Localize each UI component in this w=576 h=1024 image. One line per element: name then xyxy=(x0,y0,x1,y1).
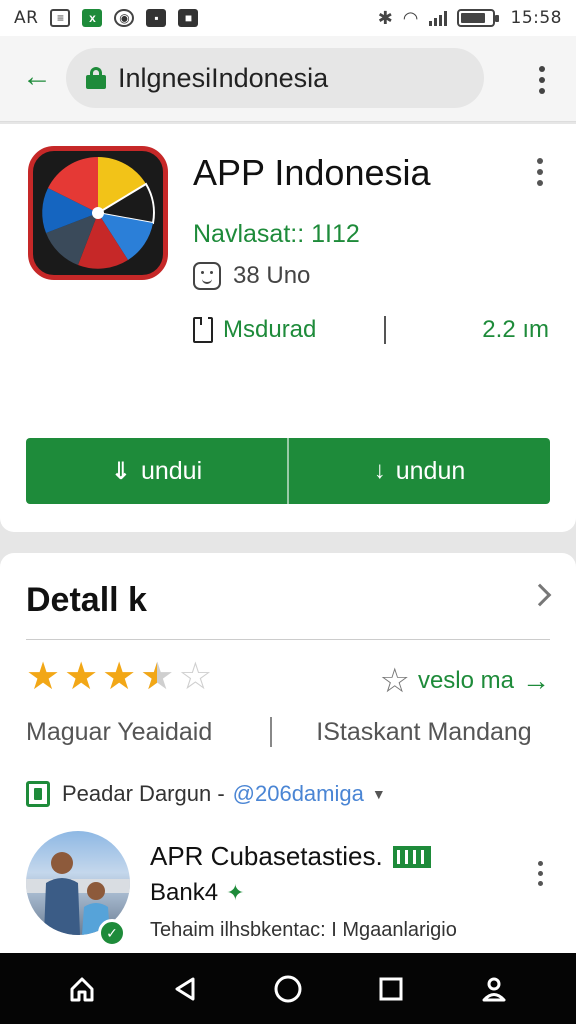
home-icon[interactable] xyxy=(62,969,102,1009)
app-card: APP Indonesia Navlasat:: 1I12 38 Uno Msd… xyxy=(0,124,576,532)
profile-subtitle: Bank4 ✦ xyxy=(150,879,245,907)
download-icon: ⇓ xyxy=(110,457,131,485)
navigation-bar xyxy=(0,953,576,1024)
bluetooth-icon: ✱ xyxy=(377,7,393,28)
detail-meta-right: IStaskant Mandang xyxy=(316,717,532,746)
sparkle-icon: ✦ xyxy=(226,880,245,905)
meta-label: Msdurad xyxy=(223,316,317,343)
button-divider xyxy=(287,438,289,504)
media-icon: ▪ xyxy=(146,9,167,27)
lock-icon xyxy=(86,67,106,89)
profile-description: Tehaim ilhsbkentac: I Mgaanlarigio xyxy=(150,919,457,941)
download-right-label: undun xyxy=(395,456,466,485)
face-icon xyxy=(193,262,221,290)
back-arrow-icon[interactable]: ← xyxy=(22,62,52,92)
meta-row: Msdurad 2.2 ım xyxy=(193,314,549,346)
wifi-icon: ◠ xyxy=(402,7,419,28)
caret-down-icon[interactable]: ▼ xyxy=(372,786,386,802)
divider xyxy=(26,639,550,640)
review-link[interactable]: ☆ veslo ma → xyxy=(379,661,550,701)
app-title: APP Indonesia xyxy=(193,152,431,193)
star-empty-icon: ☆ xyxy=(178,656,213,698)
profile-name: APR Cubasetasties. xyxy=(150,841,431,872)
back-icon[interactable] xyxy=(165,969,205,1009)
settings-icon: ◉ xyxy=(114,9,135,27)
download-left-label: undui xyxy=(140,456,203,485)
detail-title: Detall k xyxy=(26,581,147,619)
detail-card: Detall k ★ ★ ★ ★ ☆ ☆ veslo ma → Maguar Y… xyxy=(0,553,576,953)
rating-text: 38 Uno xyxy=(233,262,311,289)
app-logo-icon xyxy=(28,146,168,280)
battery-icon xyxy=(456,9,499,27)
download-button-left[interactable]: ⇓ undui xyxy=(26,438,287,504)
star-full-icon: ★ xyxy=(64,656,99,698)
square-icon: ■ xyxy=(178,9,199,27)
developer-icon xyxy=(26,781,50,807)
document-icon: ≡ xyxy=(50,9,71,27)
star-outline-icon: ☆ xyxy=(379,662,410,700)
developer-label: Peadar Dargun - xyxy=(62,781,225,806)
download-button-right[interactable]: ↓ undun xyxy=(289,438,550,504)
developer-row[interactable]: Peadar Dargun - @206damiga ▼ xyxy=(26,781,386,807)
status-bar: AR ≡ x ◉ ▪ ■ ✱ ◠ 15:58 xyxy=(0,0,576,36)
install-icon: ↓ xyxy=(373,457,386,484)
divider xyxy=(384,316,387,344)
chevron-right-icon[interactable] xyxy=(528,583,552,607)
status-text: AR xyxy=(14,8,39,28)
app-size: 2.2 ım xyxy=(482,316,549,343)
detail-meta-left: Maguar Yeaidaid xyxy=(26,717,213,746)
home-circle-icon[interactable] xyxy=(268,969,308,1009)
account-icon[interactable] xyxy=(474,969,514,1009)
download-bar: ⇓ undui ↓ undun xyxy=(26,438,550,504)
review-link-label: veslo ma xyxy=(417,667,514,694)
badge-icon xyxy=(392,845,431,868)
star-full-icon: ★ xyxy=(26,656,61,698)
profile-name-text: APR Cubasetasties. xyxy=(150,841,383,871)
detail-meta-row: Maguar Yeaidaid IStaskant Mandang xyxy=(26,717,550,747)
rating-row: 38 Uno xyxy=(193,262,310,290)
version-text: Navlasat:: 1I12 xyxy=(193,220,360,248)
url-text: InlgnesiIndonesia xyxy=(118,62,329,93)
profile-menu-icon[interactable] xyxy=(536,861,544,886)
verified-badge-icon: ✓ xyxy=(98,919,126,947)
excel-icon: x xyxy=(82,9,103,27)
recents-icon[interactable] xyxy=(371,969,411,1009)
profile-sub-text: Bank4 xyxy=(150,879,219,906)
url-field[interactable]: InlgnesiIndonesia xyxy=(66,48,484,108)
signal-icon xyxy=(428,10,447,26)
app-menu-icon[interactable] xyxy=(536,158,544,186)
divider xyxy=(270,717,273,747)
address-bar: ← InlgnesiIndonesia xyxy=(0,36,576,122)
star-rating: ★ ★ ★ ★ ☆ xyxy=(26,657,212,697)
clock: 15:58 xyxy=(510,8,562,28)
browser-menu-icon[interactable] xyxy=(538,66,546,94)
star-half-icon: ★ xyxy=(140,657,174,697)
developer-handle[interactable]: @206damiga xyxy=(233,781,364,807)
star-full-icon: ★ xyxy=(102,656,137,698)
document-icon xyxy=(193,317,213,343)
arrow-right-icon: → xyxy=(522,665,550,696)
